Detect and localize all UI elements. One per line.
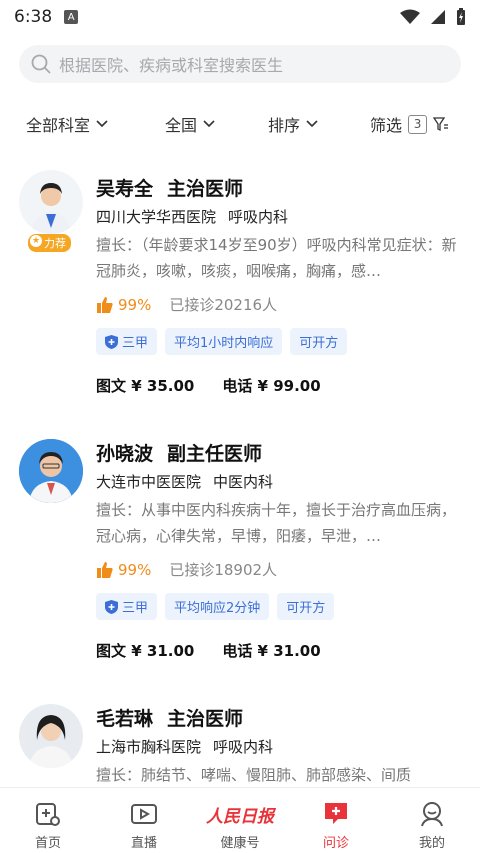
doctor-title: 副主任医师: [167, 443, 263, 465]
chevron-down-icon: [96, 120, 108, 128]
shield-icon: [105, 334, 118, 349]
recommend-badge: ★ 力荐: [28, 234, 71, 252]
department-name: 中医内科: [213, 473, 274, 491]
filter-sort-label: 排序: [268, 116, 301, 135]
nav-profile-label: 我的: [418, 836, 445, 851]
bottom-nav: 首页 直播 人民日报 健康号 问诊 我的: [0, 787, 480, 853]
nav-home[interactable]: 首页: [0, 788, 96, 853]
nav-live-label: 直播: [130, 836, 157, 851]
nav-profile[interactable]: 我的: [384, 788, 480, 853]
hospital-name: 四川大学华西医院: [96, 208, 217, 226]
doctor-name-row: 毛若琳 主治医师: [96, 704, 243, 731]
doctor-title: 主治医师: [167, 708, 244, 730]
hospital-name: 上海市胸科医院: [96, 738, 202, 756]
nav-live[interactable]: 直播: [96, 788, 192, 853]
nav-consult-label: 问诊: [322, 836, 349, 851]
tag-prescription: 可开方: [277, 593, 335, 620]
star-icon: ★: [30, 235, 42, 247]
status-time: 6:38: [14, 7, 53, 27]
doctor-name: 吴寿全: [96, 178, 154, 200]
text-consult-price: 图文 ¥ 35.00: [96, 377, 195, 395]
status-bar: 6:38 A: [0, 0, 480, 34]
filter-count-badge: 3: [408, 114, 428, 134]
department-name: 呼吸内科: [228, 208, 289, 226]
battery-icon: [457, 8, 465, 25]
rating-percent: 99%: [118, 560, 152, 579]
live-icon: [130, 800, 158, 828]
nav-health[interactable]: 人民日报 健康号: [192, 788, 288, 853]
filter-screen-label: 筛选: [370, 116, 403, 135]
search-placeholder: 根据医院、疾病或科室搜索医生: [59, 56, 284, 75]
filter-region-label: 全国: [165, 116, 198, 135]
nav-home-label: 首页: [34, 836, 61, 851]
doctor-name-row: 孙晓波 副主任医师: [96, 439, 262, 466]
notification-icon: A: [64, 10, 79, 24]
text-consult-price: 图文 ¥ 31.00: [96, 642, 195, 660]
thumbs-up-icon: [97, 561, 113, 578]
rating-row: 99% 已接诊18902人: [96, 559, 277, 580]
status-icons: [400, 8, 466, 26]
phone-consult-price: 电话 ¥ 31.00: [222, 642, 321, 660]
consultation-count: 已接诊18902人: [169, 561, 278, 579]
tag-grade-a: 三甲: [96, 593, 158, 620]
cellular-icon: [431, 10, 445, 24]
filter-icon: [433, 117, 449, 132]
doctor-name: 孙晓波: [96, 443, 154, 465]
doctor-avatar: [19, 439, 83, 503]
filter-screen[interactable]: 筛选 3: [370, 106, 449, 142]
profile-icon: [418, 800, 446, 828]
doctor-name: 毛若琳: [96, 708, 154, 730]
shield-icon: [105, 599, 118, 614]
filter-sort[interactable]: 排序: [268, 106, 318, 142]
tag-list: 三甲 平均响应2分钟 可开方: [96, 593, 335, 620]
doctor-name-row: 吴寿全 主治医师: [96, 174, 243, 201]
peoples-daily-logo: 人民日报: [206, 806, 274, 827]
consult-icon: [322, 800, 350, 828]
filter-department-label: 全部科室: [26, 116, 91, 135]
filter-department[interactable]: 全部科室: [26, 106, 108, 142]
doctor-specialty: 擅长：从事中医内科疾病十年，擅长于治疗高血压病，冠心病，心律失常，早博，阳痿，早…: [96, 501, 457, 545]
doctor-avatar: [19, 170, 83, 234]
filter-region[interactable]: 全国: [165, 106, 215, 142]
rating-row: 99% 已接诊20216人: [96, 294, 277, 315]
doctor-specialty: 擅长：肺结节、哮喘、慢阻肺、肺部感染、间质: [96, 766, 412, 784]
chevron-down-icon: [306, 120, 318, 128]
rating-percent: 99%: [118, 295, 152, 314]
thumbs-up-icon: [97, 296, 113, 313]
search-input[interactable]: 根据医院、疾病或科室搜索医生: [19, 45, 461, 83]
nav-consult[interactable]: 问诊: [288, 788, 384, 853]
tag-grade-a-label: 三甲: [122, 601, 149, 616]
hospital-row: 四川大学华西医院 呼吸内科: [96, 206, 288, 227]
doctor-title: 主治医师: [167, 178, 244, 200]
consultation-count: 已接诊20216人: [169, 296, 278, 314]
tag-grade-a: 三甲: [96, 328, 158, 355]
tag-response-time: 平均响应2分钟: [165, 593, 270, 620]
tag-grade-a-label: 三甲: [122, 336, 149, 351]
home-icon: [34, 800, 62, 828]
tag-list: 三甲 平均1小时内响应 可开方: [96, 328, 348, 355]
search-icon: [31, 54, 51, 74]
filter-bar: 全部科室 全国 排序 筛选 3: [0, 106, 480, 142]
phone-consult-price: 电话 ¥ 99.00: [222, 377, 321, 395]
department-name: 呼吸内科: [213, 738, 274, 756]
tag-prescription: 可开方: [290, 328, 348, 355]
recommend-badge-label: 力荐: [44, 237, 66, 250]
hospital-name: 大连市中医医院: [96, 473, 202, 491]
doctor-specialty: 擅长：（年龄要求14岁至90岁）呼吸内科常见症状：新冠肺炎，咳嗽，咳痰，咽喉痛，…: [96, 236, 457, 280]
wifi-icon: [400, 9, 420, 24]
tag-response-time: 平均1小时内响应: [165, 328, 283, 355]
nav-health-label: 健康号: [220, 836, 260, 851]
hospital-row: 上海市胸科医院 呼吸内科: [96, 736, 273, 757]
hospital-row: 大连市中医医院 中医内科: [96, 471, 273, 492]
doctor-avatar: [19, 704, 83, 768]
price-row: 图文 ¥ 35.00 电话 ¥ 99.00: [96, 375, 321, 396]
price-row: 图文 ¥ 31.00 电话 ¥ 31.00: [96, 640, 321, 661]
chevron-down-icon: [203, 120, 215, 128]
